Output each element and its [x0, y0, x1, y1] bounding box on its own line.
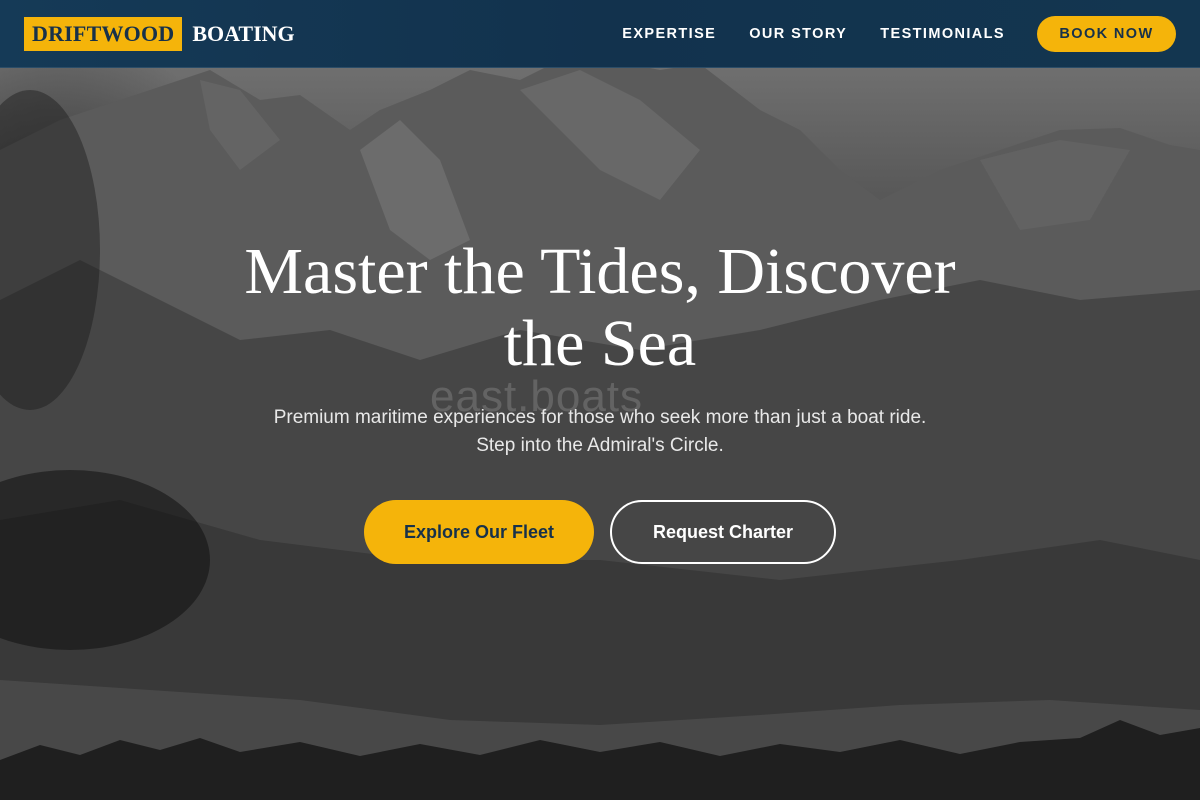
request-charter-button[interactable]: Request Charter — [610, 500, 836, 564]
nav-link-our-story[interactable]: OUR STORY — [749, 26, 847, 42]
brand-logo[interactable]: DRIFTWOOD BOATING — [24, 17, 295, 51]
hero-subtitle: Premium maritime experiences for those w… — [273, 407, 927, 456]
site-header: DRIFTWOOD BOATING EXPERTISE OUR STORY TE… — [0, 0, 1200, 68]
hero-content: Master the Tides, Discover the Sea Premi… — [0, 0, 1200, 800]
headline-line-1: Master the Tides, Discover — [244, 235, 956, 308]
explore-fleet-button[interactable]: Explore Our Fleet — [364, 500, 594, 564]
main-nav: EXPERTISE OUR STORY TESTIMONIALS BOOK NO… — [622, 16, 1176, 52]
nav-link-testimonials[interactable]: TESTIMONIALS — [880, 26, 1005, 42]
logo-text: BOATING — [192, 21, 295, 46]
nav-link-expertise[interactable]: EXPERTISE — [622, 26, 716, 42]
headline-line-2: the Sea — [503, 307, 697, 380]
book-now-button[interactable]: BOOK NOW — [1037, 16, 1176, 52]
cta-row: Explore Our Fleet Request Charter — [364, 500, 836, 564]
hero-headline: Master the Tides, Discover the Sea — [150, 236, 1050, 380]
logo-mark: DRIFTWOOD — [24, 17, 183, 51]
